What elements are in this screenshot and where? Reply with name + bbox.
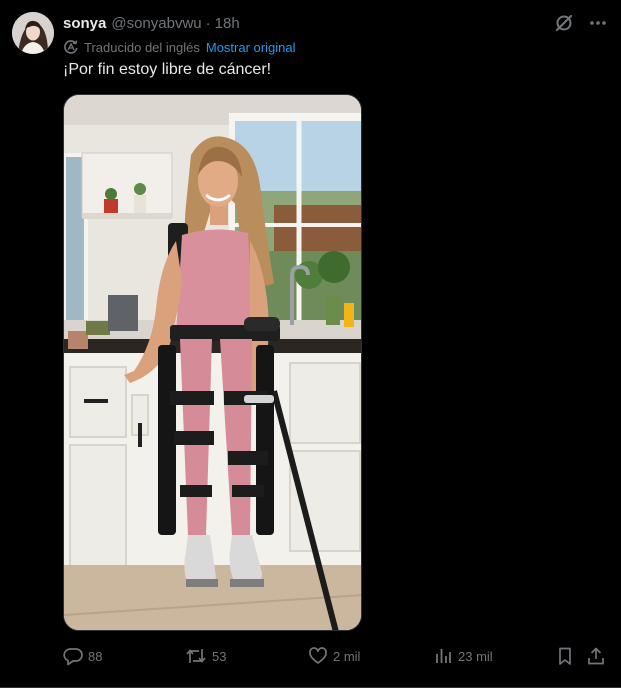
reply-count: 88 [88, 648, 103, 664]
more-button[interactable] [587, 12, 609, 34]
avatar[interactable] [12, 12, 54, 54]
reply-icon [63, 648, 83, 666]
top-actions [553, 12, 609, 34]
share-button[interactable] [586, 646, 611, 666]
tweet-container[interactable]: sonya @sonyabvwu · 18h Traducido del ing [0, 0, 621, 688]
author-name[interactable]: sonya [63, 15, 106, 32]
repost-count: 53 [212, 648, 227, 664]
avatar-photo-icon [12, 12, 54, 54]
tweet-text: ¡Por fin estoy libre de cáncer! [63, 61, 272, 78]
repost-icon [186, 649, 206, 663]
translate-icon [64, 40, 78, 54]
translation-row: Traducido del inglés Mostrar original [63, 37, 295, 57]
bookmark-button[interactable] [555, 646, 580, 666]
bookmark-icon [559, 647, 571, 665]
timestamp[interactable]: 18h [215, 15, 240, 32]
separator-dot: · [205, 14, 211, 32]
share-icon [588, 647, 604, 665]
like-button[interactable]: 2 mil [308, 646, 360, 666]
reply-button[interactable]: 88 [63, 646, 102, 666]
tweet-media[interactable] [63, 94, 362, 631]
views-count: 23 mil [458, 648, 493, 664]
more-icon [590, 21, 606, 25]
views-icon [436, 649, 451, 663]
grok-icon [556, 15, 572, 31]
views-button[interactable]: 23 mil [433, 646, 493, 666]
heart-icon [309, 647, 327, 664]
author-handle[interactable]: @sonyabvwu [111, 15, 201, 32]
repost-button[interactable]: 53 [185, 646, 226, 666]
action-bar: 88 53 2 mil 23 mil [63, 644, 609, 668]
grok-button[interactable] [553, 12, 575, 34]
translation-note: Traducido del inglés [84, 39, 200, 55]
tweet-header: sonya @sonyabvwu · 18h [63, 12, 240, 34]
photo-woman-exoskeleton-kitchen-icon [64, 95, 361, 630]
like-count: 2 mil [333, 648, 361, 664]
show-original-link[interactable]: Mostrar original [206, 40, 296, 55]
